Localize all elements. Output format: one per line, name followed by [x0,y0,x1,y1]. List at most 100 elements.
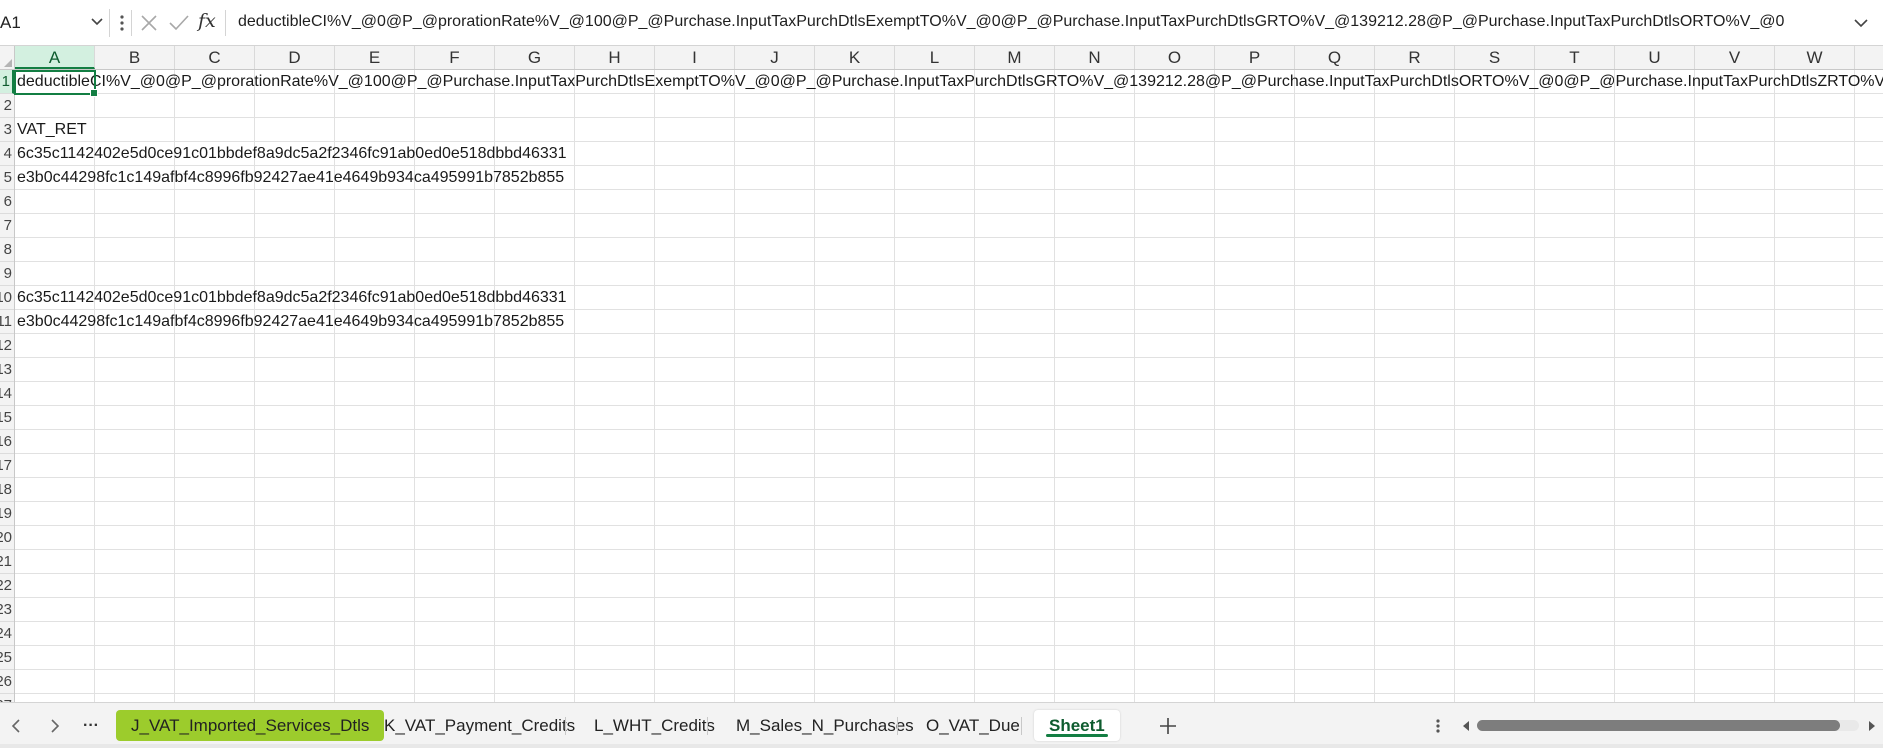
column-header-d[interactable]: D [255,46,335,69]
column-header-b[interactable]: B [95,46,175,69]
row-header-3[interactable]: 3 [0,118,14,142]
column-header-u[interactable]: U [1615,46,1695,69]
chevron-right-icon[interactable] [43,715,65,737]
worksheet-grid: ABCDEFGHIJKLMNOPQRSTUVW 1234567891011121… [0,46,1883,702]
scrollbar-thumb[interactable] [1477,720,1840,731]
check-icon[interactable] [168,13,190,33]
row-header-25[interactable]: 25 [0,646,14,670]
insert-function-button[interactable]: fx [198,10,216,32]
column-header-a[interactable]: A [15,46,95,69]
cells-area[interactable]: deductibleCI%V_@0@P_@prorationRate%V_@10… [15,70,1883,702]
chevron-down-icon[interactable] [88,12,106,32]
column-header-h[interactable]: H [575,46,655,69]
sheet-tab-label: K_VAT_Payment_Credits [384,716,576,735]
row-header-11[interactable]: 11 [0,310,14,334]
column-header-j[interactable]: J [735,46,815,69]
column-header-l[interactable]: L [895,46,975,69]
row-header-6[interactable]: 6 [0,190,14,214]
row-header-12[interactable]: 12 [0,334,14,358]
row-number: 24 [0,625,12,642]
scroll-right-icon[interactable] [1863,718,1879,734]
row-header-9[interactable]: 9 [0,262,14,286]
horizontal-scrollbar[interactable] [1459,716,1879,736]
row-number: 5 [3,169,12,186]
sheet-tab-bar: ··· J_VAT_Imported_Services_Dtls K_VAT_Pa… [0,702,1883,748]
row-number: 4 [3,145,12,162]
sheet-tab-label: J_VAT_Imported_Services_Dtls [131,716,370,735]
cell-a11[interactable]: e3b0c44298fc1c149afbf4c8996fb92427ae41e4… [17,310,564,334]
column-header-v[interactable]: V [1695,46,1775,69]
row-header-23[interactable]: 23 [0,598,14,622]
row-number: 14 [0,385,12,402]
row-header-18[interactable]: 18 [0,478,14,502]
column-header-f[interactable]: F [415,46,495,69]
row-number: 1 [1,73,10,90]
row-header-2[interactable]: 2 [0,94,14,118]
active-tab-underline [1046,734,1108,737]
row-number: 12 [0,337,12,354]
more-vertical-icon[interactable] [118,10,126,36]
column-header-r[interactable]: R [1375,46,1455,69]
sheet-tab-sheet1[interactable]: Sheet1 [1034,710,1120,741]
row-header-1[interactable]: 1 [0,70,14,94]
column-header-m[interactable]: M [975,46,1055,69]
sheet-tab-label: L_WHT_Credits [594,716,715,735]
row-header-24[interactable]: 24 [0,622,14,646]
row-header-26[interactable]: 26 [0,670,14,694]
chevron-left-icon[interactable] [6,715,28,737]
row-header-27[interactable]: 27 [0,694,14,702]
row-header-10[interactable]: 10 [0,286,14,310]
sheet-tab-label: O_VAT_Due [926,716,1020,735]
column-header-g[interactable]: G [495,46,575,69]
row-header-17[interactable]: 17 [0,454,14,478]
row-header-20[interactable]: 20 [0,526,14,550]
add-sheet-icon[interactable] [1155,713,1181,739]
column-header-o[interactable]: O [1135,46,1215,69]
expand-formula-bar-icon[interactable] [1850,13,1872,33]
row-header-4[interactable]: 4 [0,142,14,166]
cancel-icon[interactable] [139,13,159,33]
column-header-e[interactable]: E [335,46,415,69]
row-header-19[interactable]: 19 [0,502,14,526]
sheet-tab-k-vat-payment-credits[interactable]: K_VAT_Payment_Credits [369,710,590,741]
more-vertical-icon[interactable] [1432,715,1444,737]
row-header-5[interactable]: 5 [0,166,14,190]
select-all-button[interactable] [0,46,15,69]
row-header-21[interactable]: 21 [0,550,14,574]
cell-a3[interactable]: VAT_RET [17,118,87,142]
column-header-n[interactable]: N [1055,46,1135,69]
row-header-16[interactable]: 16 [0,430,14,454]
column-header-t[interactable]: T [1535,46,1615,69]
row-header-14[interactable]: 14 [0,382,14,406]
row-header-7[interactable]: 7 [0,214,14,238]
row-header-13[interactable]: 13 [0,358,14,382]
column-header-s[interactable]: S [1455,46,1535,69]
more-sheets-button[interactable]: ··· [80,715,102,737]
scroll-left-icon[interactable] [1459,718,1475,734]
column-header-k[interactable]: K [815,46,895,69]
row-number: 15 [0,409,12,426]
row-number: 21 [0,553,12,570]
row-number: 6 [3,193,12,210]
row-header-8[interactable]: 8 [0,238,14,262]
cell-a10[interactable]: 6c35c1142402e5d0ce91c01bbdef8a9dc5a2f234… [17,286,567,310]
cell-a4[interactable]: 6c35c1142402e5d0ce91c01bbdef8a9dc5a2f234… [17,142,567,166]
cell-a5[interactable]: e3b0c44298fc1c149afbf4c8996fb92427ae41e4… [17,166,564,190]
sheet-tab-o-vat-due[interactable]: O_VAT_Due [911,710,1035,741]
sheet-tab-j-vat-imported-services-dtls[interactable]: J_VAT_Imported_Services_Dtls [116,710,385,741]
formula-input[interactable]: deductibleCI%V_@0@P_@prorationRate%V_@10… [238,13,1784,31]
name-box[interactable]: A1 [0,9,110,37]
column-header-q[interactable]: Q [1295,46,1375,69]
cell-a1[interactable]: deductibleCI%V_@0@P_@prorationRate%V_@10… [17,70,1883,94]
column-header-c[interactable]: C [175,46,255,69]
column-header-i[interactable]: I [655,46,735,69]
column-header-w[interactable]: W [1775,46,1855,69]
column-header-p[interactable]: P [1215,46,1295,69]
row-number: 17 [0,457,12,474]
scrollbar-track[interactable] [1477,720,1859,731]
row-header-22[interactable]: 22 [0,574,14,598]
row-number: 2 [3,97,12,114]
row-header-15[interactable]: 15 [0,406,14,430]
row-number: 10 [0,289,12,306]
select-all-icon [4,59,12,67]
